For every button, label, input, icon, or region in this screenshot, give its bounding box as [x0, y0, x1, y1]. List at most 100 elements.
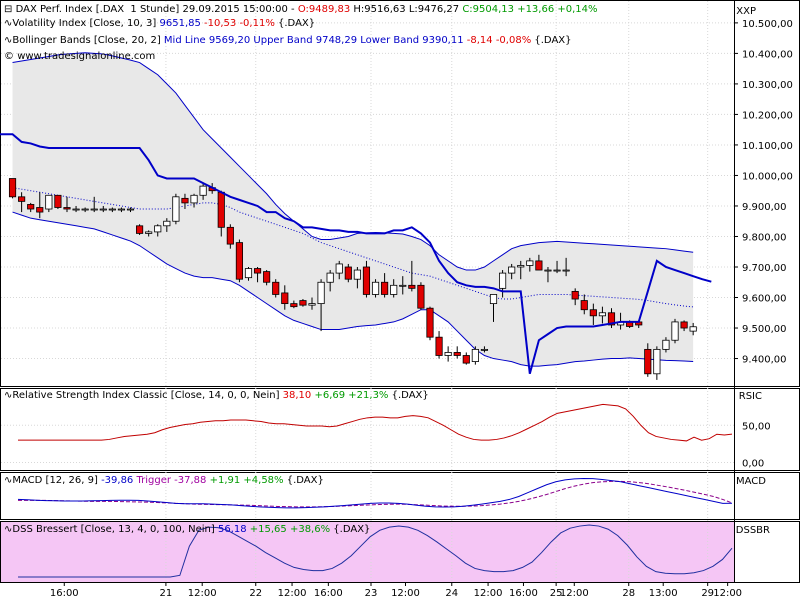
x-tick-label: 12:00 [391, 588, 420, 599]
price-header-hilo: H:9516,63 L:9476,27 [350, 4, 462, 15]
macd-legend-trigger: Trigger -37,88 [136, 475, 209, 486]
candle-body [145, 232, 151, 234]
x-tick-label: 12:00 [713, 588, 742, 599]
chart-canvas: 10.500,0010.400,0010.300,0010.200,0010.1… [0, 0, 800, 600]
dss-legend-change: +15,65 +38,6% [250, 524, 330, 535]
candle-body [55, 195, 61, 207]
price-tick-label: 10.300,00 [742, 80, 793, 91]
candle-body [572, 291, 578, 299]
candle-body [282, 293, 288, 304]
candle-body [690, 327, 696, 331]
candle-body [91, 209, 97, 210]
price-axis-title: XXP [736, 6, 756, 17]
candle-body [46, 195, 52, 209]
macd-legend: ∿MACD [12, 26, 9] -39,86 Trigger -37,88 … [4, 475, 324, 487]
candle-body [681, 322, 687, 328]
collapse-icon[interactable]: ⊟ [4, 4, 12, 15]
candle-body [100, 209, 106, 210]
candle-body [590, 310, 596, 316]
rsi-legend-change: +6,69 +21,3% [314, 390, 388, 401]
rsi-legend-name: Relative Strength Index Classic [Close, … [12, 390, 282, 401]
candle-body [508, 267, 514, 273]
candle-body [18, 197, 24, 202]
candle-body [381, 282, 387, 294]
price-tick-label: 10.500,00 [742, 19, 793, 30]
candle-body [645, 349, 651, 373]
candle-body [654, 349, 660, 373]
candle-body [409, 285, 415, 288]
candle-body [518, 265, 524, 267]
candle-body [481, 349, 487, 350]
candle-body [236, 243, 242, 280]
candle-body [527, 261, 533, 266]
dss-legend: ∿DSS Bressert [Close, 13, 4, 0, 100, Nei… [4, 524, 370, 536]
candle-body [391, 285, 397, 294]
candle-body [191, 195, 197, 203]
bb-legend-values: Mid Line 9569,20 Upper Band 9748,29 Lowe… [164, 35, 467, 46]
candle-body [554, 270, 560, 271]
vix-legend-value: 9651,85 [160, 18, 205, 29]
x-tick-label: 13:00 [649, 588, 678, 599]
price-tick-label: 9.400,00 [742, 355, 787, 366]
macd-legend-value: -39,86 [101, 475, 136, 486]
price-tick-label: 10.000,00 [742, 171, 793, 182]
candle-body [245, 269, 251, 278]
x-tick-label: 16:00 [50, 588, 79, 599]
candle-body [273, 282, 279, 294]
macd-legend-suffix: {.DAX} [284, 475, 324, 486]
candle-body [354, 270, 360, 279]
price-tick-label: 9.900,00 [742, 202, 787, 213]
candle-body [9, 179, 15, 197]
x-tick-label: 12:00 [474, 588, 503, 599]
candle-body [37, 207, 43, 212]
vix-legend: ∿Volatility Index [Close, 10, 3] 9651,85… [4, 18, 315, 30]
candle-body [263, 272, 269, 283]
candle-body [436, 337, 442, 355]
dss-axis-title: DSSBR [736, 525, 770, 536]
x-tick-label: 21 [160, 588, 173, 599]
candle-body [563, 270, 569, 271]
price-header-prefix: DAX Perf. Index [.DAX 1 Stunde] 29.09.20… [16, 4, 298, 15]
candle-body [672, 322, 678, 340]
source-line: © www.tradesignalonline.com [4, 51, 155, 63]
price-header-close: C:9504,13 +13,66 +0,14% [462, 4, 597, 15]
price-tick-label: 10.400,00 [742, 49, 793, 60]
candle-body [599, 313, 605, 316]
chart-root: 10.500,0010.400,0010.300,0010.200,0010.1… [0, 0, 800, 600]
candle-body [73, 209, 79, 210]
dss-legend-name: DSS Bressert [Close, 13, 4, 0, 100, Nein… [12, 524, 218, 535]
macd-legend-name: MACD [12, 26, 9] [12, 475, 101, 486]
x-tick-label: 28 [622, 588, 635, 599]
rsi-legend: ∿Relative Strength Index Classic [Close,… [4, 390, 429, 402]
vix-legend-name: Volatility Index [Close, 10, 3] [12, 18, 159, 29]
dss-legend-suffix: {.DAX} [330, 524, 370, 535]
price-tick-label: 9.700,00 [742, 263, 787, 274]
candle-body [82, 209, 88, 210]
candle-body [127, 209, 133, 210]
macd-legend-change: +1,91 +4,58% [210, 475, 284, 486]
source-text[interactable]: www.tradesignalonline.com [17, 51, 155, 62]
candle-body [663, 340, 669, 349]
macd-axis-title: MACD [736, 476, 766, 487]
candle-body [363, 267, 369, 294]
candle-body [445, 352, 451, 355]
bb-legend-change: -8,14 -0,08% [467, 35, 531, 46]
candle-body [164, 221, 170, 226]
rsi-tick-label: 50,00 [742, 421, 771, 432]
copyright-icon: © [4, 51, 14, 62]
candle-body [427, 308, 433, 337]
candle-body [109, 209, 115, 210]
candle-body [400, 285, 406, 286]
price-tick-label: 9.500,00 [742, 324, 787, 335]
candle-body [200, 186, 206, 195]
candle-body [490, 294, 496, 303]
candle-body [254, 269, 260, 274]
candle-body [182, 198, 188, 203]
bb-legend: ∿Bollinger Bands [Close, 20, 2] Mid Line… [4, 35, 572, 47]
candle-body [418, 285, 424, 308]
candle-body [155, 226, 161, 232]
candle-body [173, 197, 179, 221]
candle-body [499, 273, 505, 288]
candle-body [318, 282, 324, 303]
rsi-line [18, 404, 732, 441]
